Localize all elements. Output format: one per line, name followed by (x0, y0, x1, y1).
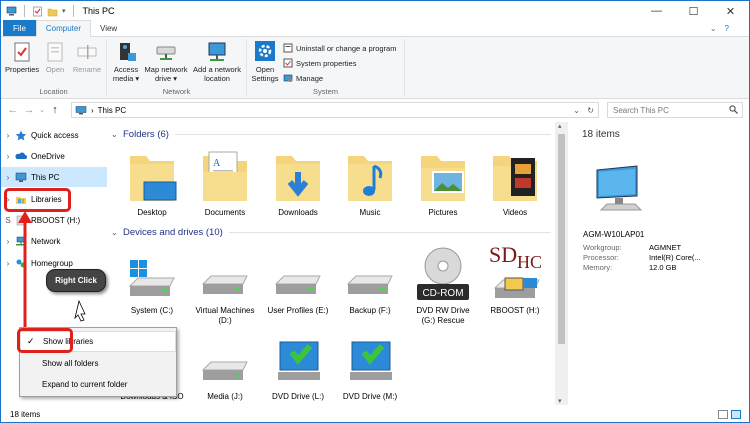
mouse-cursor-icon (74, 299, 86, 322)
show-libraries-highlight-box (17, 328, 73, 353)
menu-item-label: Expand to current folder (42, 380, 128, 389)
menu-item-expand-current[interactable]: Expand to current folder (20, 374, 176, 395)
right-click-callout: Right Click (46, 269, 106, 292)
explorer-window: ▾ This PC — ☐ ✕ File Computer View ⌄ ? P… (0, 0, 750, 423)
menu-item-show-all-folders[interactable]: Show all folders (20, 353, 176, 374)
menu-item-label: Show all folders (42, 359, 99, 368)
